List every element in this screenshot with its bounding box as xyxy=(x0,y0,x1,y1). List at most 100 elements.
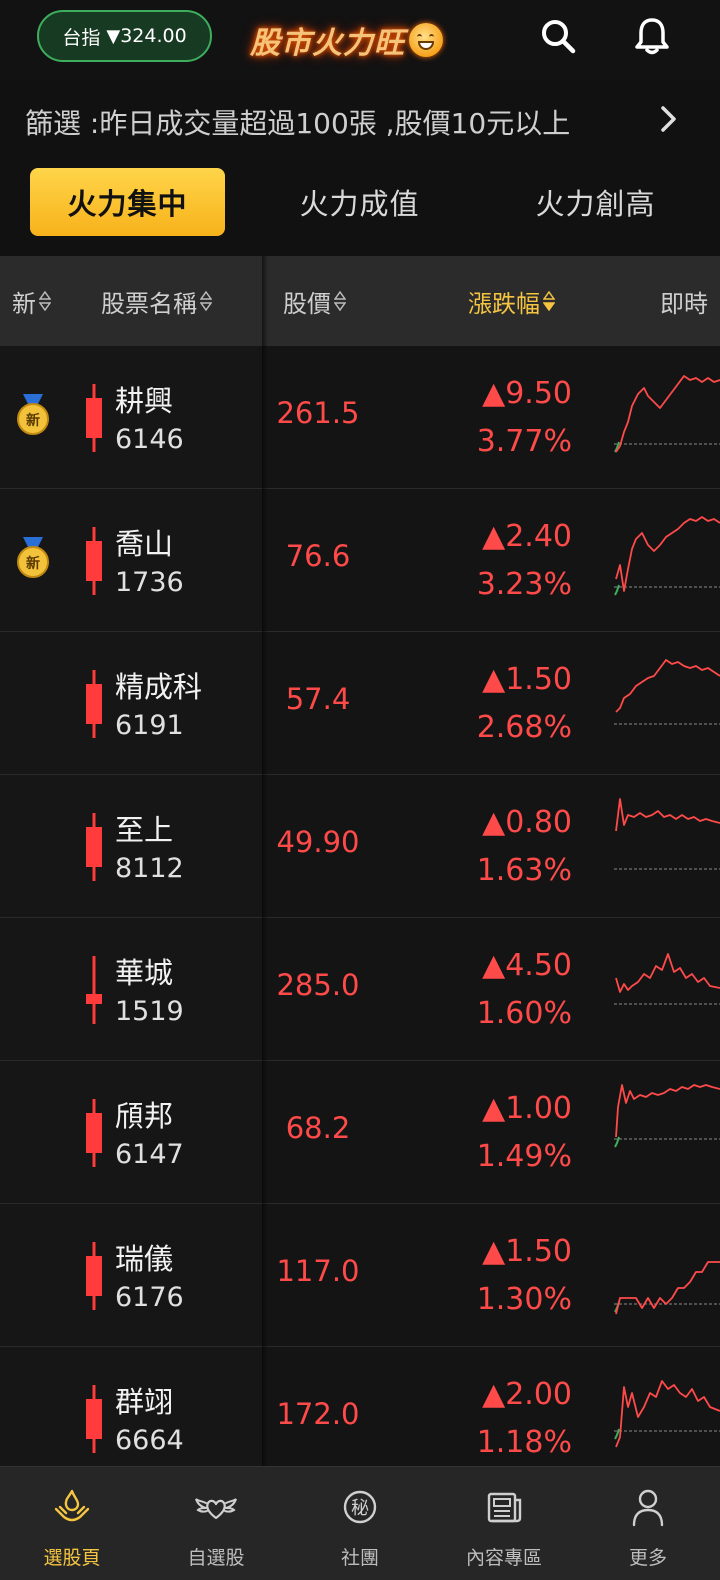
column-header-change-label: 漲跌幅 xyxy=(468,289,540,318)
app-header: 台指 ▼ 324.00 股市火力旺 xyxy=(0,0,720,80)
new-medal-label: 新 xyxy=(26,412,40,429)
stock-name: 瑞儀 xyxy=(115,1242,174,1276)
candlestick-icon xyxy=(86,1242,102,1310)
candlestick-icon xyxy=(86,670,102,738)
stock-code: 6664 xyxy=(115,1425,184,1456)
price-change-percent: 2.68% xyxy=(476,710,572,745)
nav-item-community[interactable]: 秘 社團 xyxy=(288,1467,432,1580)
table-row[interactable]: 新 喬山 1736 76.6 ▲2.40 3.23% xyxy=(0,489,720,632)
stock-code: 6146 xyxy=(115,424,184,455)
column-header-new-label: 新 xyxy=(12,289,36,318)
stock-price: 285.0 xyxy=(276,968,360,1002)
stock-price: 261.5 xyxy=(276,396,360,430)
secret-badge-icon: 秘 xyxy=(343,1490,377,1524)
sparkline-line xyxy=(615,375,720,453)
table-row[interactable]: 頎邦 6147 68.2 ▲1.00 1.49% xyxy=(0,1061,720,1204)
winged-heart-icon xyxy=(195,1498,237,1520)
column-header-price-label: 股價 xyxy=(283,289,331,318)
chevron-right-icon xyxy=(661,106,676,132)
intraday-sparkline xyxy=(614,516,720,596)
nav-item-watchlist[interactable]: 自選股 xyxy=(144,1467,288,1580)
price-change: ▲2.00 xyxy=(482,1377,572,1412)
nav-item-more[interactable]: 更多 xyxy=(576,1467,720,1580)
index-value: 324.00 xyxy=(120,25,187,47)
intraday-sparkline xyxy=(614,375,720,453)
column-header-new[interactable]: 新 xyxy=(12,256,51,346)
app-title: 股市火力旺 xyxy=(250,14,443,66)
search-icon xyxy=(542,20,576,54)
intraday-sparkline xyxy=(614,1380,720,1448)
new-medal-icon: 新 xyxy=(17,537,49,578)
price-change-percent: 1.63% xyxy=(476,853,572,888)
filter-text: 篩選 :昨日成交量超過100張 ,股價10元以上 xyxy=(25,107,571,140)
stock-code: 6176 xyxy=(115,1282,184,1313)
sparkline-line xyxy=(615,1380,720,1448)
sort-arrows-icon xyxy=(334,290,346,312)
tab-fire-new-high[interactable]: 火力創高 xyxy=(498,168,693,236)
table-row[interactable]: 至上 8112 49.90 ▲0.80 1.63% xyxy=(0,775,720,918)
table-row[interactable]: 瑞儀 6176 117.0 ▲1.50 1.30% xyxy=(0,1204,720,1347)
new-medal-icon: 新 xyxy=(17,394,49,435)
grin-emoji-icon xyxy=(409,23,443,57)
stock-price: 117.0 xyxy=(276,1254,360,1288)
search-button[interactable] xyxy=(536,14,580,58)
nav-item-stock-picker[interactable]: 選股頁 xyxy=(0,1467,144,1580)
sparkline-line xyxy=(615,659,720,713)
price-change: ▲9.50 xyxy=(482,376,572,411)
table-row[interactable]: 新 耕興 6146 261.5 ▲9.50 3.77% xyxy=(0,346,720,489)
tab-bar: 火力集中 火力成值 火力創高 xyxy=(0,168,720,240)
stock-code: 6191 xyxy=(115,710,184,741)
price-change: ▲4.50 xyxy=(482,948,572,983)
nav-item-content[interactable]: 內容專區 xyxy=(432,1467,576,1580)
stock-name: 華城 xyxy=(115,956,174,990)
index-pill[interactable]: 台指 ▼ 324.00 xyxy=(37,10,212,62)
price-change-percent: 3.23% xyxy=(476,567,572,602)
candlestick-icon xyxy=(86,813,102,881)
stock-name: 群翊 xyxy=(115,1385,174,1419)
column-header-change[interactable]: 漲跌幅 xyxy=(468,256,555,346)
stock-name: 喬山 xyxy=(115,527,174,561)
column-header-realtime[interactable]: 即時 xyxy=(660,256,708,346)
price-change-percent: 1.60% xyxy=(476,996,572,1031)
sparkline-line xyxy=(615,516,720,592)
price-change: ▲1.50 xyxy=(482,662,572,697)
stock-code: 1519 xyxy=(115,996,184,1027)
filter-row[interactable]: 篩選 :昨日成交量超過100張 ,股價10元以上 xyxy=(0,88,720,150)
column-header-row: 新 股票名稱 股價 漲跌幅 即時 xyxy=(0,256,720,346)
sparkline-line xyxy=(615,1084,720,1138)
app-title-text: 股市火力旺 xyxy=(250,26,405,61)
price-change-percent: 1.49% xyxy=(476,1139,572,1174)
new-medal-label: 新 xyxy=(26,555,40,572)
stock-price: 57.4 xyxy=(285,682,351,716)
stock-code: 6147 xyxy=(115,1139,184,1170)
tab-fire-concentrate[interactable]: 火力集中 xyxy=(30,168,225,236)
candlestick-icon xyxy=(86,1385,102,1453)
intraday-sparkline xyxy=(614,659,720,725)
price-change-percent: 3.77% xyxy=(476,424,572,459)
index-label: 台指 xyxy=(62,26,101,49)
nav-label: 內容專區 xyxy=(465,1547,542,1569)
intraday-sparkline xyxy=(614,1084,720,1148)
stock-name: 精成科 xyxy=(115,670,203,704)
stock-code: 1736 xyxy=(115,567,184,598)
notification-button[interactable] xyxy=(630,14,674,58)
table-row[interactable]: 華城 1519 285.0 ▲4.50 1.60% xyxy=(0,918,720,1061)
flame-hand-icon xyxy=(54,1489,90,1522)
candlestick-icon xyxy=(86,527,102,595)
down-triangle-icon: ▼ xyxy=(106,25,121,47)
candlestick-icon xyxy=(86,1099,102,1167)
stock-code: 8112 xyxy=(115,853,184,884)
tab-fire-turnover[interactable]: 火力成值 xyxy=(262,168,457,236)
stock-price: 172.0 xyxy=(276,1397,360,1431)
intraday-sparkline xyxy=(614,798,720,870)
price-change: ▲2.40 xyxy=(482,519,572,554)
person-icon xyxy=(632,1489,664,1527)
sort-arrows-icon xyxy=(200,290,212,312)
column-header-name[interactable]: 股票名稱 xyxy=(101,256,212,346)
price-change: ▲0.80 xyxy=(482,805,572,840)
column-header-price[interactable]: 股價 xyxy=(283,256,346,346)
table-row[interactable]: 精成科 6191 57.4 ▲1.50 2.68% xyxy=(0,632,720,775)
stock-name: 耕興 xyxy=(115,384,174,418)
sort-arrows-icon xyxy=(39,290,51,312)
bell-icon xyxy=(635,18,669,55)
